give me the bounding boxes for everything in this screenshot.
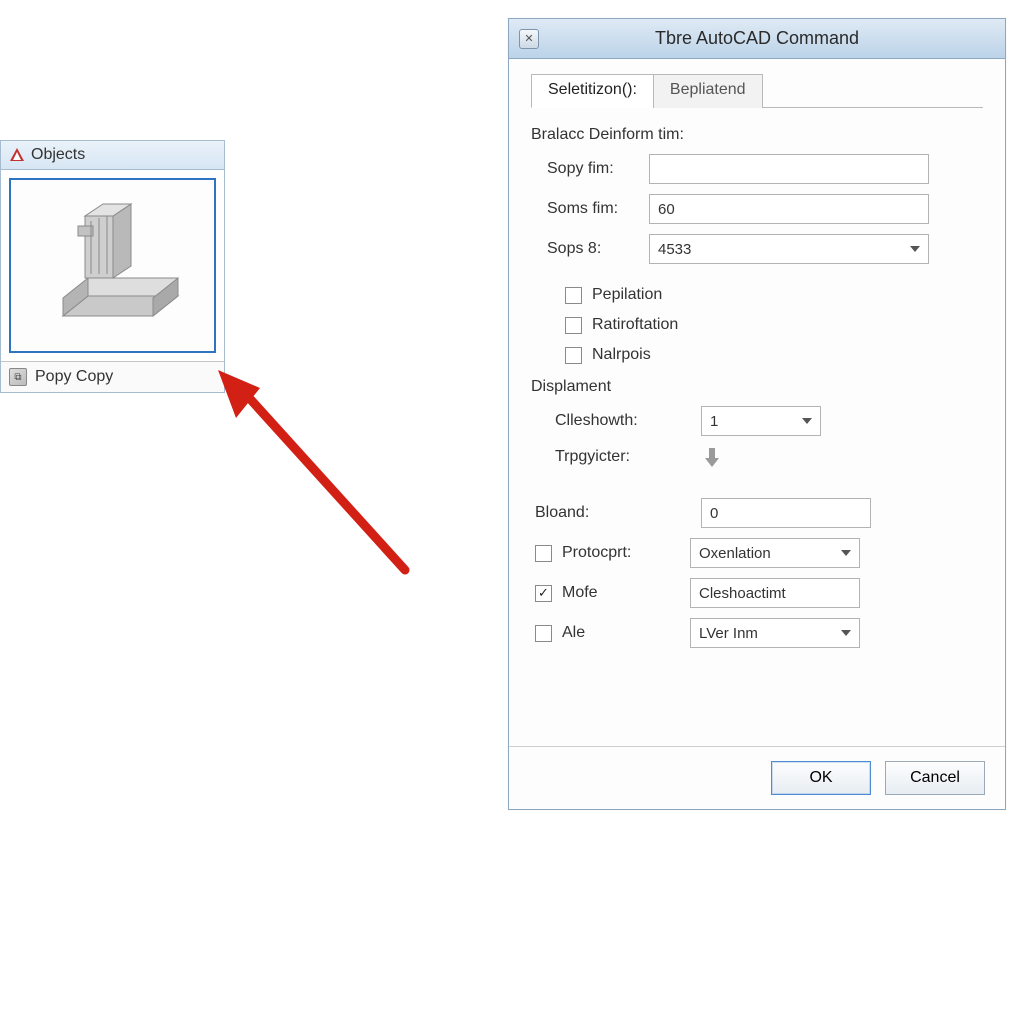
dialog-tabs: Seletitizon(): Bepliatend bbox=[531, 73, 983, 108]
row-sopy-fim: Sopy fim: bbox=[531, 154, 983, 184]
chevron-down-icon bbox=[841, 630, 851, 636]
select-protocprt[interactable]: Oxenlation bbox=[690, 538, 860, 568]
section-deform-heading: Bralacc Deinform tim: bbox=[531, 126, 983, 144]
section-displament-heading: Displament bbox=[531, 378, 983, 396]
input-mofe[interactable] bbox=[690, 578, 860, 608]
object-thumbnail[interactable] bbox=[9, 178, 216, 353]
chevron-down-icon bbox=[841, 550, 851, 556]
copy-icon: ⧉ bbox=[9, 368, 27, 386]
input-bloand[interactable] bbox=[701, 498, 871, 528]
label-sops: Sops 8: bbox=[531, 240, 649, 258]
checkbox-ale[interactable] bbox=[535, 625, 552, 642]
select-ale[interactable]: LVer Inm bbox=[690, 618, 860, 648]
checkbox-nalrpois-label: Nalrpois bbox=[592, 346, 651, 364]
objects-panel-header: Objects bbox=[1, 141, 224, 170]
ok-button[interactable]: OK bbox=[771, 761, 871, 795]
dialog-button-row: OK Cancel bbox=[509, 746, 1005, 809]
check-nalrpois[interactable]: Nalrpois bbox=[531, 346, 983, 364]
label-bloand: Bloand: bbox=[531, 504, 701, 522]
checkbox-pepilation-label: Pepilation bbox=[592, 286, 662, 304]
label-soms-fim: Soms fim: bbox=[531, 200, 649, 218]
objects-panel-title: Objects bbox=[31, 146, 85, 164]
command-dialog: ✕ Tbre AutoCAD Command Seletitizon(): Be… bbox=[508, 18, 1006, 810]
chevron-down-icon bbox=[910, 246, 920, 252]
row-bloand: Bloand: bbox=[531, 498, 983, 528]
object-thumbnail-icon bbox=[33, 196, 193, 336]
copy-action-label: Popy Copy bbox=[35, 368, 113, 386]
checkbox-mofe[interactable] bbox=[535, 585, 552, 602]
check-pepilation[interactable]: Pepilation bbox=[531, 286, 983, 304]
select-ale-value: LVer Inm bbox=[699, 625, 758, 642]
down-arrow-icon[interactable] bbox=[701, 446, 723, 468]
system-menu-icon[interactable]: ✕ bbox=[519, 29, 539, 49]
input-sopy-fim[interactable] bbox=[649, 154, 929, 184]
checkbox-ratiroftation[interactable] bbox=[565, 317, 582, 334]
select-cleshowth[interactable]: 1 bbox=[701, 406, 821, 436]
label-trigger: Trpgyicter: bbox=[531, 448, 701, 466]
label-protocprt: Protocprt: bbox=[562, 544, 690, 562]
row-cleshowth: Clleshowth: 1 bbox=[531, 406, 983, 436]
checkbox-pepilation[interactable] bbox=[565, 287, 582, 304]
cancel-button[interactable]: Cancel bbox=[885, 761, 985, 795]
select-cleshowth-value: 1 bbox=[710, 413, 718, 430]
label-sopy-fim: Sopy fim: bbox=[531, 160, 649, 178]
checkbox-ratiroftation-label: Ratiroftation bbox=[592, 316, 678, 334]
row-protocprt: Protocprt: Oxenlation bbox=[531, 538, 983, 568]
tab-selection[interactable]: Seletitizon(): bbox=[531, 74, 654, 108]
select-sops[interactable]: 4533 bbox=[649, 234, 929, 264]
row-trigger: Trpgyicter: bbox=[531, 446, 983, 468]
label-cleshowth: Clleshowth: bbox=[531, 412, 701, 430]
objects-preview-pane bbox=[1, 170, 224, 361]
input-soms-fim[interactable] bbox=[649, 194, 929, 224]
dialog-title: Tbre AutoCAD Command bbox=[509, 28, 1005, 49]
row-ale: Ale LVer Inm bbox=[531, 618, 983, 648]
row-mofe: Mofe bbox=[531, 578, 983, 608]
row-sops: Sops 8: 4533 bbox=[531, 234, 983, 264]
label-mofe: Mofe bbox=[562, 584, 690, 602]
tab-replicate[interactable]: Bepliatend bbox=[653, 74, 763, 108]
dialog-titlebar[interactable]: ✕ Tbre AutoCAD Command bbox=[509, 19, 1005, 59]
label-ale: Ale bbox=[562, 624, 690, 642]
select-protocprt-value: Oxenlation bbox=[699, 545, 771, 562]
row-soms-fim: Soms fim: bbox=[531, 194, 983, 224]
dialog-body: Seletitizon(): Bepliatend Bralacc Deinfo… bbox=[509, 59, 1005, 746]
objects-panel: Objects ⧉ Popy bbox=[0, 140, 225, 393]
annotation-arrow bbox=[210, 370, 430, 590]
check-ratiroftation[interactable]: Ratiroftation bbox=[531, 316, 983, 334]
select-sops-value: 4533 bbox=[658, 241, 691, 258]
checkbox-protocprt[interactable] bbox=[535, 545, 552, 562]
app-logo-icon bbox=[9, 147, 25, 163]
copy-action-row[interactable]: ⧉ Popy Copy bbox=[1, 361, 224, 392]
checkbox-nalrpois[interactable] bbox=[565, 347, 582, 364]
chevron-down-icon bbox=[802, 418, 812, 424]
